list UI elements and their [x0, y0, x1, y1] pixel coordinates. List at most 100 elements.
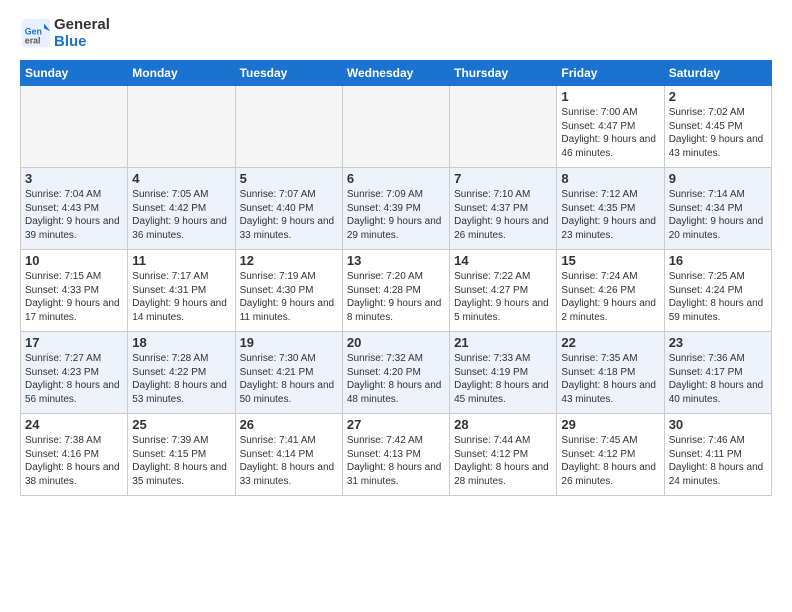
- weekday-sunday: Sunday: [21, 61, 128, 86]
- day-number: 27: [347, 417, 445, 432]
- day-number: 19: [240, 335, 338, 350]
- day-number: 3: [25, 171, 123, 186]
- cell-info: Sunrise: 7:32 AMSunset: 4:20 PMDaylight:…: [347, 352, 445, 406]
- day-number: 23: [669, 335, 767, 350]
- calendar-cell: 23 Sunrise: 7:36 AMSunset: 4:17 PMDaylig…: [664, 332, 771, 414]
- day-number: 16: [669, 253, 767, 268]
- day-number: 7: [454, 171, 552, 186]
- day-number: 6: [347, 171, 445, 186]
- calendar-cell: 29 Sunrise: 7:45 AMSunset: 4:12 PMDaylig…: [557, 414, 664, 496]
- calendar-cell: [235, 86, 342, 168]
- cell-info: Sunrise: 7:22 AMSunset: 4:27 PMDaylight:…: [454, 270, 552, 324]
- logo-icon: Gen eral: [20, 17, 52, 49]
- cell-info: Sunrise: 7:04 AMSunset: 4:43 PMDaylight:…: [25, 188, 123, 242]
- cell-info: Sunrise: 7:46 AMSunset: 4:11 PMDaylight:…: [669, 434, 767, 488]
- cell-info: Sunrise: 7:20 AMSunset: 4:28 PMDaylight:…: [347, 270, 445, 324]
- cell-info: Sunrise: 7:38 AMSunset: 4:16 PMDaylight:…: [25, 434, 123, 488]
- day-number: 21: [454, 335, 552, 350]
- cell-info: Sunrise: 7:10 AMSunset: 4:37 PMDaylight:…: [454, 188, 552, 242]
- weekday-thursday: Thursday: [450, 61, 557, 86]
- day-number: 2: [669, 89, 767, 104]
- calendar-cell: 26 Sunrise: 7:41 AMSunset: 4:14 PMDaylig…: [235, 414, 342, 496]
- calendar-cell: [450, 86, 557, 168]
- calendar-cell: 27 Sunrise: 7:42 AMSunset: 4:13 PMDaylig…: [342, 414, 449, 496]
- cell-info: Sunrise: 7:12 AMSunset: 4:35 PMDaylight:…: [561, 188, 659, 242]
- day-number: 9: [669, 171, 767, 186]
- day-number: 13: [347, 253, 445, 268]
- day-number: 18: [132, 335, 230, 350]
- day-number: 10: [25, 253, 123, 268]
- weekday-saturday: Saturday: [664, 61, 771, 86]
- cell-info: Sunrise: 7:27 AMSunset: 4:23 PMDaylight:…: [25, 352, 123, 406]
- calendar-cell: [128, 86, 235, 168]
- calendar-cell: 7 Sunrise: 7:10 AMSunset: 4:37 PMDayligh…: [450, 168, 557, 250]
- calendar-cell: 24 Sunrise: 7:38 AMSunset: 4:16 PMDaylig…: [21, 414, 128, 496]
- week-row-1: 1 Sunrise: 7:00 AMSunset: 4:47 PMDayligh…: [21, 86, 772, 168]
- cell-info: Sunrise: 7:33 AMSunset: 4:19 PMDaylight:…: [454, 352, 552, 406]
- calendar-cell: 12 Sunrise: 7:19 AMSunset: 4:30 PMDaylig…: [235, 250, 342, 332]
- cell-info: Sunrise: 7:17 AMSunset: 4:31 PMDaylight:…: [132, 270, 230, 324]
- calendar-cell: 20 Sunrise: 7:32 AMSunset: 4:20 PMDaylig…: [342, 332, 449, 414]
- cell-info: Sunrise: 7:19 AMSunset: 4:30 PMDaylight:…: [240, 270, 338, 324]
- calendar-cell: 6 Sunrise: 7:09 AMSunset: 4:39 PMDayligh…: [342, 168, 449, 250]
- day-number: 24: [25, 417, 123, 432]
- weekday-header-row: SundayMondayTuesdayWednesdayThursdayFrid…: [21, 61, 772, 86]
- calendar-cell: 3 Sunrise: 7:04 AMSunset: 4:43 PMDayligh…: [21, 168, 128, 250]
- week-row-4: 17 Sunrise: 7:27 AMSunset: 4:23 PMDaylig…: [21, 332, 772, 414]
- cell-info: Sunrise: 7:09 AMSunset: 4:39 PMDaylight:…: [347, 188, 445, 242]
- cell-info: Sunrise: 7:14 AMSunset: 4:34 PMDaylight:…: [669, 188, 767, 242]
- calendar-cell: 21 Sunrise: 7:33 AMSunset: 4:19 PMDaylig…: [450, 332, 557, 414]
- calendar-cell: 10 Sunrise: 7:15 AMSunset: 4:33 PMDaylig…: [21, 250, 128, 332]
- cell-info: Sunrise: 7:05 AMSunset: 4:42 PMDaylight:…: [132, 188, 230, 242]
- calendar-cell: 14 Sunrise: 7:22 AMSunset: 4:27 PMDaylig…: [450, 250, 557, 332]
- week-row-5: 24 Sunrise: 7:38 AMSunset: 4:16 PMDaylig…: [21, 414, 772, 496]
- cell-info: Sunrise: 7:25 AMSunset: 4:24 PMDaylight:…: [669, 270, 767, 324]
- calendar-cell: 18 Sunrise: 7:28 AMSunset: 4:22 PMDaylig…: [128, 332, 235, 414]
- cell-info: Sunrise: 7:00 AMSunset: 4:47 PMDaylight:…: [561, 106, 659, 160]
- calendar-cell: 11 Sunrise: 7:17 AMSunset: 4:31 PMDaylig…: [128, 250, 235, 332]
- cell-info: Sunrise: 7:15 AMSunset: 4:33 PMDaylight:…: [25, 270, 123, 324]
- cell-info: Sunrise: 7:02 AMSunset: 4:45 PMDaylight:…: [669, 106, 767, 160]
- cell-info: Sunrise: 7:41 AMSunset: 4:14 PMDaylight:…: [240, 434, 338, 488]
- calendar-cell: 16 Sunrise: 7:25 AMSunset: 4:24 PMDaylig…: [664, 250, 771, 332]
- calendar-cell: [342, 86, 449, 168]
- cell-info: Sunrise: 7:28 AMSunset: 4:22 PMDaylight:…: [132, 352, 230, 406]
- day-number: 17: [25, 335, 123, 350]
- day-number: 15: [561, 253, 659, 268]
- cell-info: Sunrise: 7:45 AMSunset: 4:12 PMDaylight:…: [561, 434, 659, 488]
- cell-info: Sunrise: 7:24 AMSunset: 4:26 PMDaylight:…: [561, 270, 659, 324]
- cell-info: Sunrise: 7:36 AMSunset: 4:17 PMDaylight:…: [669, 352, 767, 406]
- day-number: 22: [561, 335, 659, 350]
- day-number: 14: [454, 253, 552, 268]
- calendar-cell: 1 Sunrise: 7:00 AMSunset: 4:47 PMDayligh…: [557, 86, 664, 168]
- day-number: 4: [132, 171, 230, 186]
- calendar-container: Gen eral General Blue SundayMondayTuesda…: [0, 0, 792, 506]
- calendar-cell: 25 Sunrise: 7:39 AMSunset: 4:15 PMDaylig…: [128, 414, 235, 496]
- calendar-cell: 4 Sunrise: 7:05 AMSunset: 4:42 PMDayligh…: [128, 168, 235, 250]
- calendar-cell: 9 Sunrise: 7:14 AMSunset: 4:34 PMDayligh…: [664, 168, 771, 250]
- weekday-monday: Monday: [128, 61, 235, 86]
- cell-info: Sunrise: 7:07 AMSunset: 4:40 PMDaylight:…: [240, 188, 338, 242]
- cell-info: Sunrise: 7:44 AMSunset: 4:12 PMDaylight:…: [454, 434, 552, 488]
- calendar-cell: 22 Sunrise: 7:35 AMSunset: 4:18 PMDaylig…: [557, 332, 664, 414]
- calendar-cell: 28 Sunrise: 7:44 AMSunset: 4:12 PMDaylig…: [450, 414, 557, 496]
- calendar-cell: 17 Sunrise: 7:27 AMSunset: 4:23 PMDaylig…: [21, 332, 128, 414]
- weekday-tuesday: Tuesday: [235, 61, 342, 86]
- day-number: 12: [240, 253, 338, 268]
- logo: Gen eral General Blue: [20, 16, 110, 50]
- day-number: 29: [561, 417, 659, 432]
- cell-info: Sunrise: 7:39 AMSunset: 4:15 PMDaylight:…: [132, 434, 230, 488]
- day-number: 8: [561, 171, 659, 186]
- calendar-cell: 5 Sunrise: 7:07 AMSunset: 4:40 PMDayligh…: [235, 168, 342, 250]
- calendar-cell: 13 Sunrise: 7:20 AMSunset: 4:28 PMDaylig…: [342, 250, 449, 332]
- day-number: 5: [240, 171, 338, 186]
- calendar-cell: 15 Sunrise: 7:24 AMSunset: 4:26 PMDaylig…: [557, 250, 664, 332]
- logo-text: General Blue: [54, 16, 110, 50]
- cell-info: Sunrise: 7:42 AMSunset: 4:13 PMDaylight:…: [347, 434, 445, 488]
- cell-info: Sunrise: 7:35 AMSunset: 4:18 PMDaylight:…: [561, 352, 659, 406]
- day-number: 1: [561, 89, 659, 104]
- week-row-2: 3 Sunrise: 7:04 AMSunset: 4:43 PMDayligh…: [21, 168, 772, 250]
- calendar-cell: 8 Sunrise: 7:12 AMSunset: 4:35 PMDayligh…: [557, 168, 664, 250]
- day-number: 28: [454, 417, 552, 432]
- day-number: 11: [132, 253, 230, 268]
